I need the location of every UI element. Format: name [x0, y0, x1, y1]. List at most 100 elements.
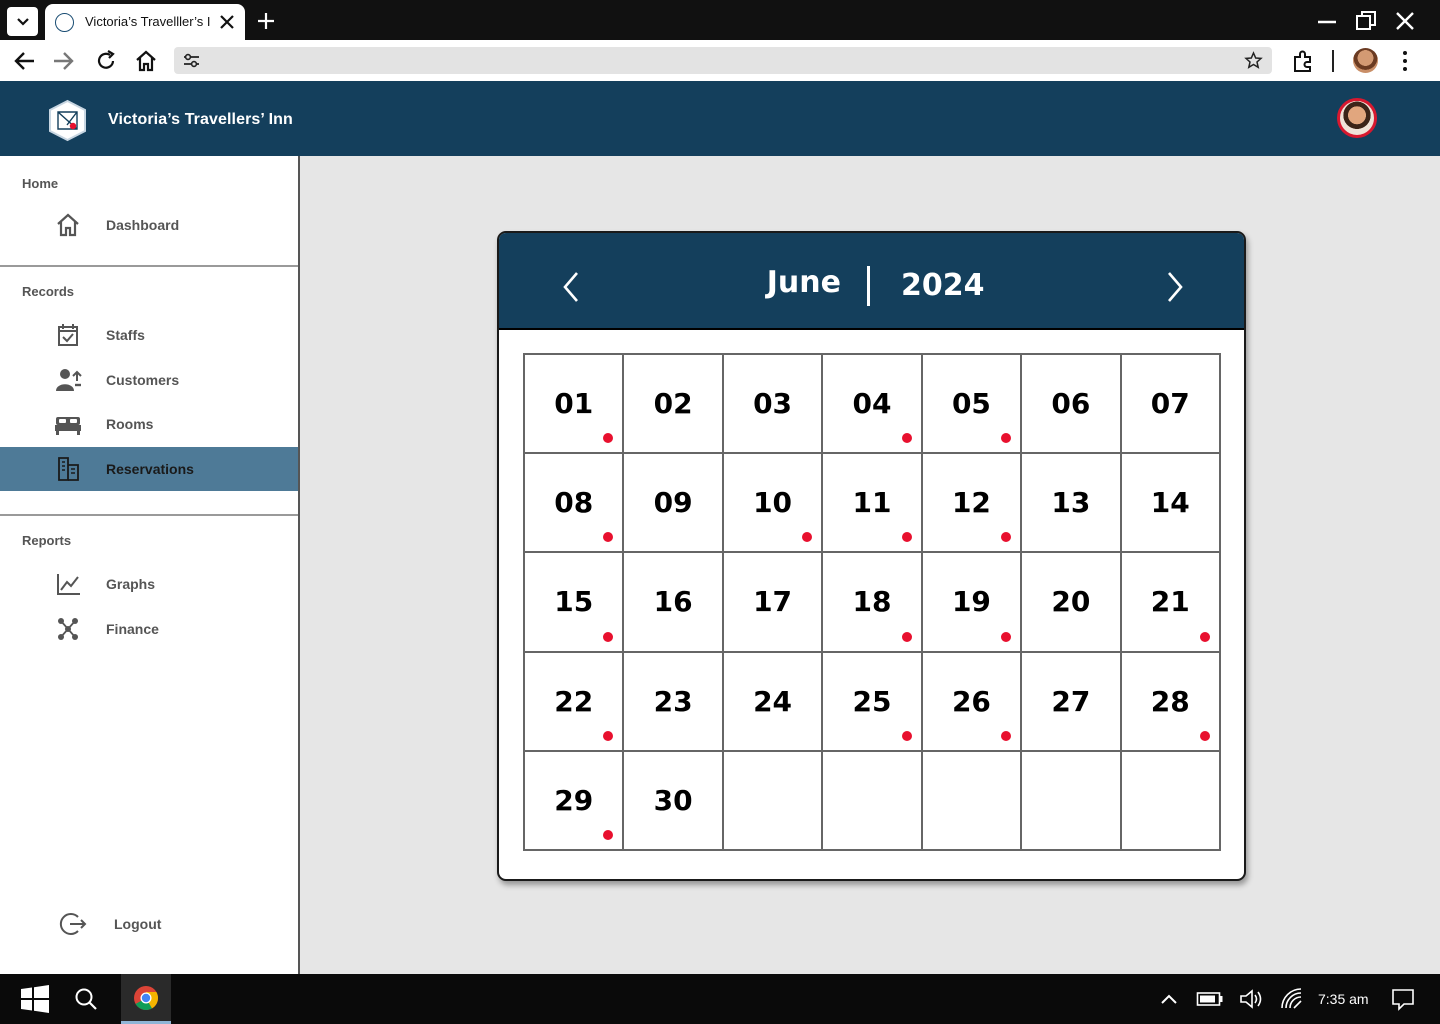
day-number: 20	[1051, 585, 1091, 619]
sidebar-item-label: Dashboard	[106, 217, 180, 233]
calendar-day-cell[interactable]: 20	[1021, 552, 1121, 652]
reservation-indicator-dot	[603, 532, 614, 543]
profile-avatar[interactable]	[1353, 48, 1378, 73]
new-tab-icon[interactable]	[255, 10, 277, 32]
calendar-day-cell[interactable]: 22	[524, 651, 624, 751]
day-number: 18	[852, 585, 892, 619]
calendar-day-cell[interactable]: 08	[524, 453, 624, 553]
calendar-day-cell[interactable]: 05	[921, 354, 1022, 454]
calendar-day-cell[interactable]: 04	[822, 354, 922, 454]
calendar-empty-cell	[1120, 750, 1220, 850]
calendar-day-cell[interactable]: 27	[1021, 651, 1121, 751]
sidebar-item-rooms[interactable]: Rooms	[0, 402, 298, 446]
calendar-day-cell[interactable]: 30	[623, 750, 723, 850]
close-tab-icon[interactable]	[217, 12, 237, 32]
minimize-icon[interactable]	[1315, 9, 1339, 33]
calendar-day-cell[interactable]: 21	[1120, 552, 1220, 652]
day-number: 13	[1051, 486, 1091, 520]
close-icon[interactable]	[1393, 9, 1417, 33]
back-icon[interactable]	[12, 48, 38, 74]
chrome-icon	[134, 986, 159, 1011]
reservations-icon	[58, 457, 79, 481]
sidebar-item-graphs[interactable]: Graphs	[0, 562, 298, 606]
line-chart-icon	[57, 574, 80, 595]
day-number: 23	[653, 684, 693, 718]
reservation-indicator-dot	[802, 532, 813, 543]
forward-icon[interactable]	[50, 48, 76, 74]
volume-icon[interactable]	[1238, 986, 1264, 1012]
browser-tab[interactable]: Victoria’s Travelller’s Inn	[45, 4, 245, 40]
calendar-day-cell[interactable]: 07	[1120, 354, 1220, 454]
notification-icon[interactable]	[1390, 986, 1416, 1012]
calendar-day-cell[interactable]: 02	[623, 354, 723, 454]
calendar-month[interactable]: June	[749, 265, 841, 300]
calendar-day-cell[interactable]: 03	[722, 354, 823, 454]
sidebar-item-label: Rooms	[106, 416, 154, 432]
reservation-indicator-dot	[1001, 532, 1012, 543]
bookmark-star-icon[interactable]	[1244, 51, 1263, 70]
calendar-empty-cell	[921, 750, 1022, 850]
site-settings-icon[interactable]	[182, 51, 201, 70]
previous-month-icon[interactable]	[557, 267, 587, 307]
calendar-day-cell[interactable]: 24	[722, 651, 823, 751]
reload-icon[interactable]	[93, 48, 119, 74]
logout-button[interactable]: Logout	[0, 902, 298, 946]
sidebar-item-finance[interactable]: Finance	[0, 607, 298, 651]
calendar-day-cell[interactable]: 25	[822, 651, 922, 751]
chevron-up-icon[interactable]	[1158, 986, 1180, 1012]
calendar-day-cell[interactable]: 09	[623, 453, 723, 553]
calendar-day-cell[interactable]: 29	[524, 750, 624, 850]
calendar-day-cell[interactable]: 01	[524, 354, 624, 454]
calendar-day-cell[interactable]: 18	[822, 552, 922, 652]
section-label-records: Records	[22, 284, 75, 299]
calendar-day-cell[interactable]: 10	[722, 453, 823, 553]
calendar-day-cell[interactable]: 23	[623, 651, 723, 751]
extensions-icon[interactable]	[1290, 48, 1316, 74]
section-divider	[0, 514, 298, 516]
calendar-day-cell[interactable]: 17	[722, 552, 823, 652]
address-bar[interactable]	[174, 47, 1272, 74]
user-avatar[interactable]	[1337, 98, 1377, 138]
app-logo[interactable]	[46, 99, 89, 142]
home-icon	[57, 213, 79, 237]
calendar-day-cell[interactable]: 19	[921, 552, 1022, 652]
search-icon[interactable]	[73, 986, 99, 1012]
sidebar-item-reservations[interactable]: Reservations	[0, 447, 298, 491]
home-icon[interactable]	[133, 48, 159, 74]
calendar-empty-cell	[1021, 750, 1121, 850]
next-month-icon[interactable]	[1159, 267, 1189, 307]
calendar-day-cell[interactable]: 16	[623, 552, 723, 652]
calendar-year[interactable]: 2024	[901, 268, 985, 303]
day-number: 29	[554, 783, 594, 817]
day-number: 08	[554, 486, 594, 520]
more-menu-icon[interactable]	[1392, 48, 1418, 74]
battery-icon[interactable]	[1196, 986, 1224, 1012]
calendar-day-cell[interactable]: 15	[524, 552, 624, 652]
day-number: 03	[753, 387, 793, 420]
calendar-day-cell[interactable]: 12	[921, 453, 1022, 553]
tab-title: Victoria’s Travelller’s Inn	[85, 14, 210, 29]
calendar-day-cell[interactable]: 11	[822, 453, 922, 553]
calendar-day-cell[interactable]: 06	[1021, 354, 1121, 454]
sidebar-item-dashboard[interactable]: Dashboard	[0, 203, 298, 247]
day-number: 25	[852, 684, 892, 718]
tab-list-icon[interactable]	[7, 7, 38, 36]
day-number: 04	[852, 387, 892, 420]
day-number: 24	[753, 684, 793, 718]
day-number: 07	[1150, 387, 1190, 420]
calendar-day-cell[interactable]: 28	[1120, 651, 1220, 751]
wifi-icon[interactable]	[1279, 986, 1305, 1012]
day-number: 15	[554, 585, 594, 619]
calendar-day-cell[interactable]: 26	[921, 651, 1022, 751]
sidebar-item-customers[interactable]: Customers	[0, 358, 298, 402]
calendar-day-cell[interactable]: 14	[1120, 453, 1220, 553]
section-divider	[0, 265, 298, 267]
calendar-day-cell[interactable]: 13	[1021, 453, 1121, 553]
clock[interactable]: 7:35 am	[1318, 991, 1369, 1007]
sidebar-item-label: Finance	[106, 621, 159, 637]
os-taskbar: 7:35 am	[0, 974, 1440, 1024]
sidebar-item-staffs[interactable]: Staffs	[0, 313, 298, 357]
restore-icon[interactable]	[1354, 9, 1378, 33]
windows-start-icon[interactable]	[20, 984, 50, 1014]
chrome-taskbar-button[interactable]	[121, 974, 171, 1024]
